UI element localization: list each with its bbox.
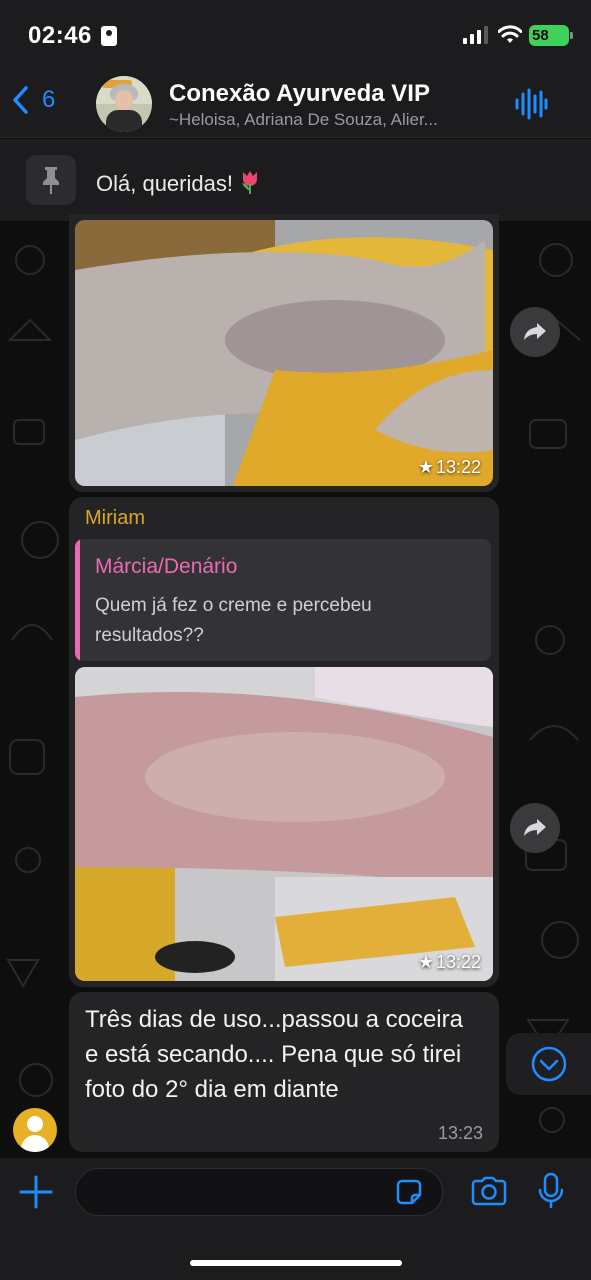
message-input[interactable] (75, 1168, 443, 1216)
star-icon: ★ (417, 457, 434, 477)
sender-avatar[interactable] (13, 1108, 57, 1152)
message-photo[interactable]: ★ 13:22 (75, 667, 493, 981)
message-photo[interactable]: ★ 13:22 (75, 220, 493, 486)
home-indicator (190, 1260, 402, 1266)
back-button[interactable]: 6 (12, 86, 55, 114)
quoted-author: Márcia/Denário (95, 555, 238, 578)
message-composer (0, 1158, 591, 1280)
status-bar: 02:46 58 (0, 0, 591, 70)
status-time: 02:46 (28, 22, 92, 49)
tulip-emoji-icon (239, 169, 261, 195)
pin-icon (43, 167, 59, 194)
quoted-text: Quem já fez o creme e percebeu resultado… (95, 595, 372, 646)
message-time: ★ 13:22 (418, 952, 481, 973)
quoted-message[interactable]: Márcia/Denário Quem já fez o creme e per… (75, 539, 491, 661)
sender-name[interactable]: Miriam (85, 507, 145, 530)
quote-bar (75, 539, 80, 661)
image-message[interactable]: ★ 13:22 (69, 214, 499, 492)
forward-button[interactable] (510, 307, 560, 357)
unread-count: 6 (42, 86, 56, 113)
time-label: 13:22 (435, 952, 481, 972)
star-icon: ★ (417, 952, 434, 972)
chevron-down-circle-icon (531, 1046, 566, 1082)
pinned-text: Olá, queridas! (96, 169, 261, 197)
reply-image-message[interactable]: Miriam Márcia/Denário Quem já fez o crem… (69, 497, 499, 987)
battery-level: 58 (532, 27, 549, 44)
chat-header: 6 Conexão Ayurveda VIP ~Heloisa, Adriana… (0, 70, 591, 138)
wifi-icon (498, 25, 522, 43)
chevron-left-icon (13, 86, 28, 114)
skin-photo-image (75, 667, 493, 981)
skin-photo-image (75, 220, 493, 486)
audio-waveform-icon[interactable] (514, 88, 548, 120)
pinned-message: Olá, queridas! (96, 171, 233, 196)
time-label: 13:22 (435, 457, 481, 477)
message-time: 13:23 (437, 1123, 483, 1143)
scroll-to-bottom-button[interactable] (506, 1033, 591, 1095)
forward-icon (524, 323, 546, 340)
message-text: Três dias de uso...passou a coceira e es… (85, 1006, 463, 1103)
group-members[interactable]: ~Heloisa, Adriana De Souza, Alier... (169, 110, 489, 130)
message-time: ★ 13:22 (418, 457, 481, 478)
plus-icon[interactable] (18, 1174, 54, 1210)
group-name[interactable]: Conexão Ayurveda VIP (169, 80, 430, 108)
pinned-message-bar[interactable]: Olá, queridas! (0, 139, 591, 221)
sticker-icon[interactable] (394, 1177, 424, 1207)
text-message[interactable]: Três dias de uso...passou a coceira e es… (69, 992, 499, 1152)
contact-card-icon (101, 26, 117, 46)
battery-indicator: 58 (529, 25, 573, 46)
forward-button[interactable] (510, 803, 560, 853)
forward-icon (524, 819, 546, 836)
cellular-signal-icon (463, 26, 488, 44)
camera-icon[interactable] (470, 1176, 508, 1206)
pin-icon-box (26, 155, 76, 205)
microphone-icon[interactable] (537, 1172, 565, 1210)
group-avatar[interactable] (96, 76, 152, 132)
